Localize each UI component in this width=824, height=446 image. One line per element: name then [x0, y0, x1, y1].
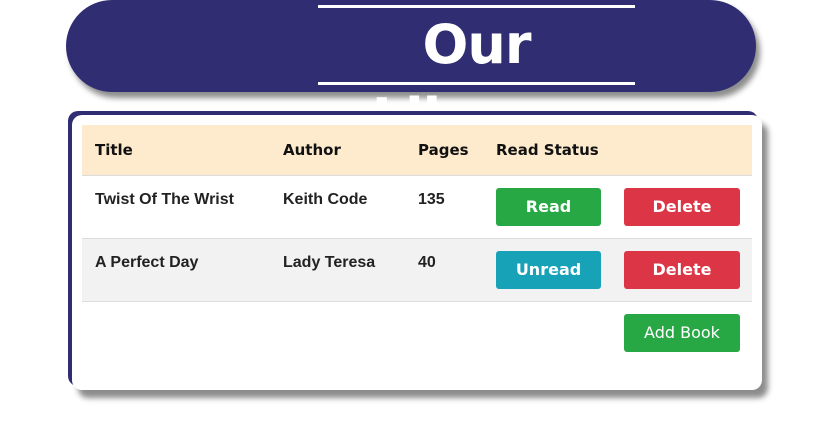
delete-cell: Delete [611, 175, 752, 238]
column-header-pages: Pages [418, 140, 469, 159]
read-status-cell: Unread [483, 238, 611, 301]
table-row: Twist Of The Wrist Keith Code 135 Read D… [82, 175, 752, 238]
column-header-actions [611, 125, 752, 175]
column-header-title: Title [95, 140, 133, 159]
add-book-button[interactable]: Add Book [624, 314, 740, 352]
delete-button[interactable]: Delete [624, 250, 740, 289]
column-header-read-status: Read Status [496, 140, 599, 159]
read-status-button[interactable]: Unread [496, 250, 601, 289]
header-banner: Our Library [66, 0, 756, 150]
book-title: Twist Of The Wrist [95, 190, 234, 208]
delete-cell: Delete [611, 238, 752, 301]
read-status-cell: Read [483, 175, 611, 238]
book-pages: 40 [418, 253, 436, 271]
library-page: Our Library Title Author Pages Read Stat… [0, 0, 824, 446]
book-author: Lady Teresa [283, 253, 376, 271]
library-card: Title Author Pages Read Status Twist Of … [72, 115, 762, 390]
table-row: A Perfect Day Lady Teresa 40 Unread Dele… [82, 238, 752, 301]
table-header-row: Title Author Pages Read Status [82, 125, 752, 175]
page-title: Our Library [318, 5, 635, 150]
books-table: Title Author Pages Read Status Twist Of … [82, 125, 752, 302]
column-header-author: Author [283, 140, 341, 159]
read-status-button[interactable]: Read [496, 187, 601, 226]
delete-button[interactable]: Delete [624, 187, 740, 226]
book-pages: 135 [418, 190, 445, 208]
book-author: Keith Code [283, 190, 368, 208]
book-title: A Perfect Day [95, 253, 199, 271]
